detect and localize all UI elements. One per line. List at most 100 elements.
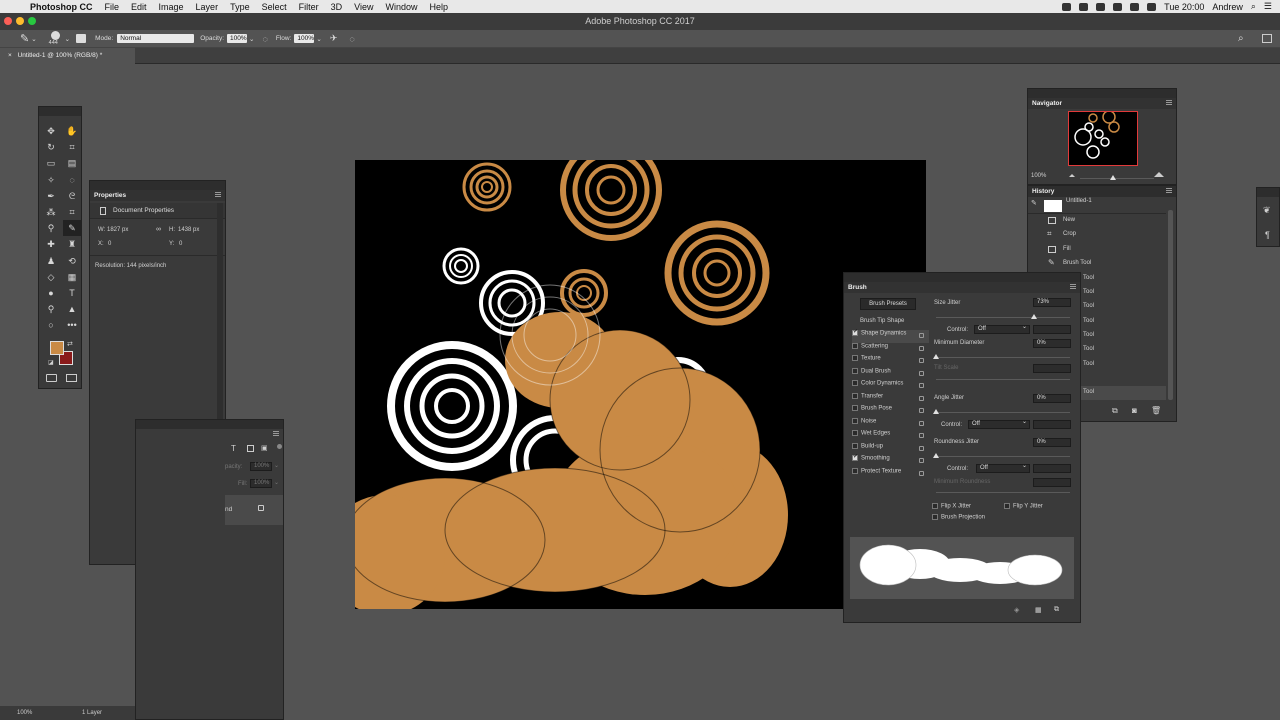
zoom-tool-icon[interactable]: ⚲ xyxy=(42,301,60,317)
roundness-control-extra[interactable] xyxy=(1033,464,1071,473)
min-diameter-slider[interactable] xyxy=(936,357,1070,358)
pen-tool-icon[interactable]: ✒ xyxy=(42,188,60,204)
ellipse-marquee-tool-icon[interactable]: ◌ xyxy=(63,172,81,188)
menu-type[interactable]: Type xyxy=(230,2,250,12)
dual-brush-checkbox[interactable] xyxy=(852,368,858,374)
brush-projection-option[interactable]: Brush Projection xyxy=(932,514,985,521)
menu-image[interactable]: Image xyxy=(159,2,184,12)
brush-panel-toggle-icon[interactable] xyxy=(76,34,87,43)
layer-fill-field[interactable]: 100% xyxy=(250,479,272,488)
y-value[interactable]: 0 xyxy=(179,241,182,247)
brush-projection-checkbox[interactable] xyxy=(932,514,938,520)
navigator-panel-header[interactable] xyxy=(1028,89,1176,98)
minimize-window-button[interactable] xyxy=(16,17,24,25)
move-tool-icon[interactable]: ✥ xyxy=(42,123,60,139)
menubar-user[interactable]: Andrew xyxy=(1212,2,1243,12)
type-filter-icon[interactable]: T xyxy=(231,444,236,453)
brush-title[interactable]: Brush xyxy=(844,282,1080,293)
clone-stamp-tool-icon[interactable]: ♜ xyxy=(63,236,81,252)
brush-option-scattering[interactable]: Scattering xyxy=(852,343,929,356)
zoom-level[interactable]: 100% xyxy=(17,710,32,716)
lock-icon[interactable] xyxy=(919,383,924,388)
brush-option-color-dynamics[interactable]: Color Dynamics xyxy=(852,380,929,393)
new-snapshot-icon[interactable]: ◙ xyxy=(1132,406,1137,415)
brush-option-wet-edges[interactable]: Wet Edges xyxy=(852,430,929,443)
history-item-brush[interactable]: ✎ Brush Tool xyxy=(1028,257,1166,271)
history-scrollbar[interactable] xyxy=(1168,210,1173,400)
brush-option-build-up[interactable]: Build-up xyxy=(852,443,929,456)
roundness-jitter-knob[interactable] xyxy=(933,453,939,458)
history-item-new[interactable]: New xyxy=(1028,214,1166,228)
roundness-jitter-value[interactable]: 0% xyxy=(1033,438,1071,447)
flip-x-checkbox[interactable] xyxy=(932,503,938,509)
history-brush-tool-icon[interactable]: ⟲ xyxy=(63,253,81,269)
crop-alt-tool-icon[interactable]: ⌗ xyxy=(63,204,81,220)
notification-center-icon[interactable]: ☰ xyxy=(1264,1,1272,12)
angle-control-select[interactable]: Off xyxy=(968,419,1030,429)
quick-mask-icon[interactable] xyxy=(46,374,57,382)
shape-dynamics-checkbox[interactable] xyxy=(852,328,858,336)
menu-file[interactable]: File xyxy=(105,2,120,12)
battery-icon[interactable] xyxy=(1147,2,1157,11)
brush-size-preview[interactable]: 444 xyxy=(49,30,63,47)
lock-icon[interactable] xyxy=(919,458,924,463)
size-jitter-slider[interactable] xyxy=(936,317,1070,318)
smart-object-filter-icon[interactable]: ▣ xyxy=(261,444,268,452)
navigator-thumbnail[interactable] xyxy=(1068,111,1138,166)
navigator-zoom[interactable]: 100% xyxy=(1031,173,1046,179)
search-icon[interactable]: ⌕ xyxy=(1238,33,1244,44)
filter-toggle-icon[interactable] xyxy=(277,444,282,449)
navigator-menu-icon[interactable] xyxy=(1166,100,1172,105)
brush-option-protect-texture[interactable]: Protect Texture xyxy=(852,468,929,481)
creative-cloud-icon[interactable] xyxy=(1079,2,1089,11)
menu-view[interactable]: View xyxy=(354,2,373,12)
roundness-control-select[interactable]: Off xyxy=(976,463,1030,473)
transfer-checkbox[interactable] xyxy=(852,393,858,399)
properties-menu-icon[interactable] xyxy=(215,192,221,197)
rotate-view-tool-icon[interactable]: ↻ xyxy=(42,139,60,155)
document-canvas[interactable] xyxy=(355,160,926,609)
size-jitter-knob[interactable] xyxy=(1031,314,1037,319)
brush-option-brush-pose[interactable]: Brush Pose xyxy=(852,405,929,418)
opacity-chevron-icon[interactable]: ⌄ xyxy=(249,35,254,43)
flow-field[interactable]: 100% xyxy=(294,34,315,43)
brush-panel-header[interactable] xyxy=(844,273,1080,282)
marquee-tool-icon[interactable]: ▭ xyxy=(42,155,60,171)
angle-jitter-knob[interactable] xyxy=(933,409,939,414)
tools-panel-header[interactable] xyxy=(39,107,81,116)
menu-3d[interactable]: 3D xyxy=(331,2,343,12)
menu-select[interactable]: Select xyxy=(262,2,287,12)
hand-tool-icon[interactable]: ✋ xyxy=(63,123,81,139)
eyedropper-tool-icon[interactable]: ⚲ xyxy=(42,220,60,236)
toggle-live-tip-icon[interactable]: ◈ xyxy=(1014,606,1019,614)
menu-layer[interactable]: Layer xyxy=(196,2,219,12)
lock-icon[interactable] xyxy=(919,408,924,413)
x-value[interactable]: 0 xyxy=(108,241,111,247)
lock-icon[interactable] xyxy=(919,421,924,426)
stamp-tool-icon[interactable]: ♟ xyxy=(42,253,60,269)
brush-option-transfer[interactable]: Transfer xyxy=(852,393,929,406)
angle-control-extra[interactable] xyxy=(1033,420,1071,429)
size-jitter-value[interactable]: 73% xyxy=(1033,298,1071,307)
navigator-zoom-knob[interactable] xyxy=(1110,175,1116,180)
flip-x-option[interactable]: Flip X Jitter xyxy=(932,503,971,510)
brush-option-texture[interactable]: Texture xyxy=(852,355,929,368)
link-icon[interactable]: ∞ xyxy=(156,226,161,233)
menu-filter[interactable]: Filter xyxy=(299,2,319,12)
lock-icon[interactable] xyxy=(919,333,924,338)
history-item-crop[interactable]: ⌗ Crop xyxy=(1028,228,1166,242)
note-tool-icon[interactable]: ▤ xyxy=(63,155,81,171)
brush-presets-button[interactable]: Brush Presets xyxy=(860,298,916,310)
history-title[interactable]: History xyxy=(1028,186,1176,197)
history-menu-icon[interactable] xyxy=(1166,188,1172,193)
height-value[interactable]: 1438 px xyxy=(178,227,199,233)
document-tab[interactable]: × Untitled-1 @ 100% (RGB/8) * xyxy=(0,48,135,64)
volume-icon[interactable] xyxy=(1130,2,1140,11)
layer-opacity-field[interactable]: 100% xyxy=(250,462,272,471)
lock-icon[interactable] xyxy=(919,396,924,401)
brush-option-dual-brush[interactable]: Dual Brush xyxy=(852,368,929,381)
blur-tool-icon[interactable]: ● xyxy=(42,285,60,301)
brush-option-smoothing[interactable]: Smoothing xyxy=(852,453,929,468)
zoom-out-icon[interactable] xyxy=(1069,174,1075,177)
pressure-opacity-icon[interactable]: ◌ xyxy=(263,34,268,44)
